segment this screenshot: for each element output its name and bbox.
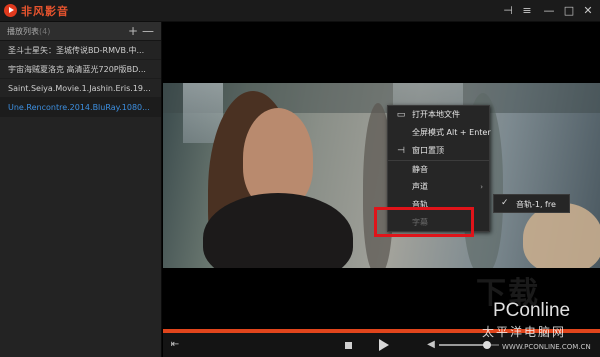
- volume-level: [439, 344, 487, 346]
- menu-item-always-on-top[interactable]: ⊣ 窗口置顶: [388, 142, 489, 160]
- playlist-toggle-icon[interactable]: ⇤: [169, 339, 181, 351]
- volume-handle[interactable]: [483, 341, 491, 349]
- playlist-panel: 播放列表(4) + — 圣斗士星矢：圣城传说BD-RMVB.中... 宇宙海贼夏…: [0, 22, 162, 357]
- chevron-right-icon: ›: [480, 183, 483, 191]
- control-bar: ⇤ ◀: [163, 333, 600, 357]
- highlight-box: [374, 207, 474, 237]
- video-frame[interactable]: [163, 83, 600, 268]
- volume-icon[interactable]: ◀: [425, 339, 437, 351]
- audio-track-submenu: ✓ 音轨-1, fre: [493, 194, 570, 213]
- check-icon: ✓: [501, 198, 509, 208]
- submenu-item-audio-track-1[interactable]: 音轨-1, fre: [516, 199, 556, 210]
- list-item[interactable]: Saint.Seiya.Movie.1.Jashin.Eris.19...: [0, 79, 161, 98]
- folder-icon: ▭: [396, 110, 406, 120]
- minimize-button[interactable]: —: [541, 3, 557, 19]
- playlist: 圣斗士星矢：圣城传说BD-RMVB.中... 宇宙海贼夏洛克 高清蓝光720P版…: [0, 41, 161, 117]
- app-logo-icon: [4, 4, 17, 17]
- watermark-brand: PConline: [493, 300, 571, 321]
- watermark-download: 下载: [476, 276, 540, 311]
- list-item-active[interactable]: Une.Rencontre.2014.BluRay.1080...: [0, 98, 161, 117]
- playlist-title: 播放列表(4): [7, 27, 51, 36]
- list-item[interactable]: 宇宙海贼夏洛克 高清蓝光720P版BD...: [0, 60, 161, 79]
- remove-file-button[interactable]: —: [142, 24, 154, 38]
- add-file-button[interactable]: +: [127, 24, 139, 38]
- playlist-count: (4): [39, 27, 51, 36]
- close-button[interactable]: ✕: [580, 3, 596, 19]
- list-item[interactable]: 圣斗士星矢：圣城传说BD-RMVB.中...: [0, 41, 161, 60]
- pin-icon[interactable]: ⊣: [500, 3, 516, 19]
- menu-item-open-local-file[interactable]: ▭ 打开本地文件: [388, 106, 489, 124]
- play-button[interactable]: [376, 338, 390, 352]
- menu-item-audio-channel[interactable]: 声道 ›: [388, 178, 489, 196]
- menu-item-mute[interactable]: 静音: [388, 160, 489, 178]
- menu-item-fullscreen[interactable]: 全屏模式 Alt + Enter: [388, 124, 491, 142]
- stop-button[interactable]: [345, 342, 352, 349]
- title-bar: 非风影音 ⊣ ≡ — □ ✕: [0, 0, 600, 22]
- app-title: 非风影音: [21, 5, 69, 18]
- menu-icon[interactable]: ≡: [519, 3, 535, 19]
- maximize-button[interactable]: □: [561, 3, 577, 19]
- pin-icon: ⊣: [397, 146, 405, 156]
- playlist-header: 播放列表(4) + —: [0, 22, 161, 41]
